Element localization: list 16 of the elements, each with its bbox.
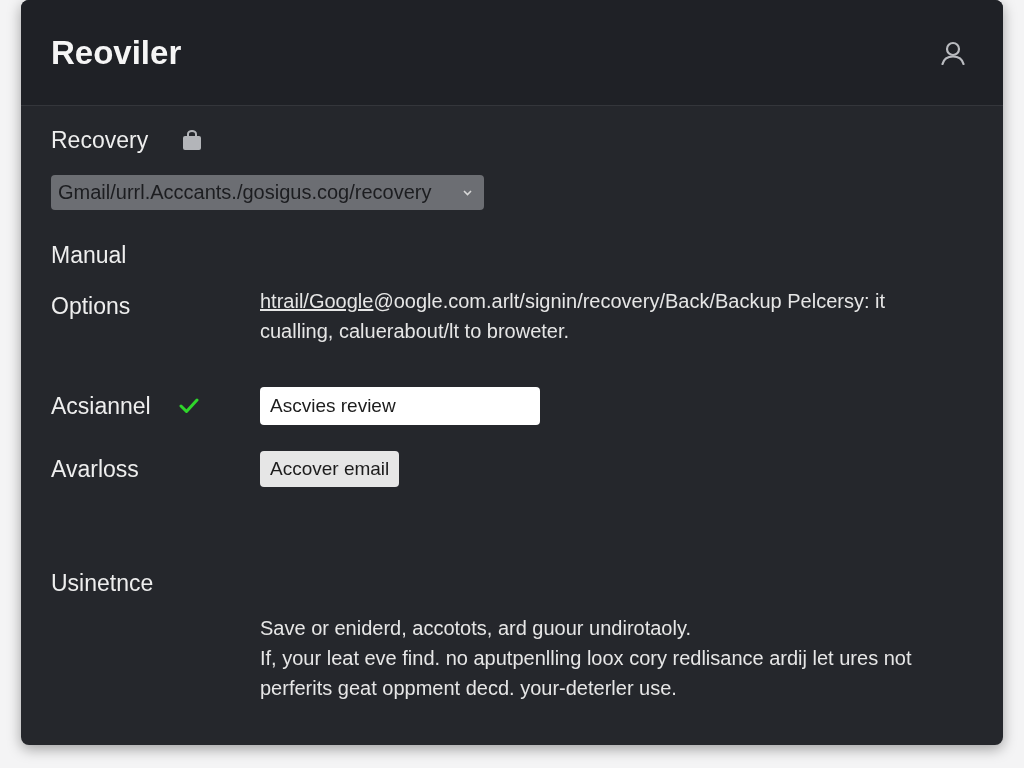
field-label: Acsiannel xyxy=(51,392,151,420)
options-text: htrail/Google@oogle.com.arlt/signin/recovery/Back/Backup Pelcersy: it cualling, caluerabout/lt to broweter. xyxy=(260,289,887,344)
input-field[interactable]: Ascvies review xyxy=(260,387,540,425)
field-label: Options xyxy=(51,292,131,320)
bag-icon xyxy=(182,130,203,150)
user-icon[interactable] xyxy=(941,40,965,65)
app-title: Reoviler xyxy=(51,33,182,72)
link[interactable]: htrail/Google xyxy=(260,290,374,312)
field-label: Avarloss xyxy=(51,455,139,483)
body-text: If, your leat eve find. no aputpenlling loox cory redlisance ardij let ures not perferits geat oppment decd. your-deterler use. xyxy=(260,646,913,701)
section-label: Recovery xyxy=(51,126,149,154)
section-label: Manual xyxy=(51,242,127,268)
body-text: Save or eniderd, accotots, ard guour undirotaoly. xyxy=(260,616,692,641)
email-button[interactable]: Accover email xyxy=(260,451,400,487)
chevron-down-icon xyxy=(463,189,472,196)
section-label: Usinetnce xyxy=(51,570,154,596)
